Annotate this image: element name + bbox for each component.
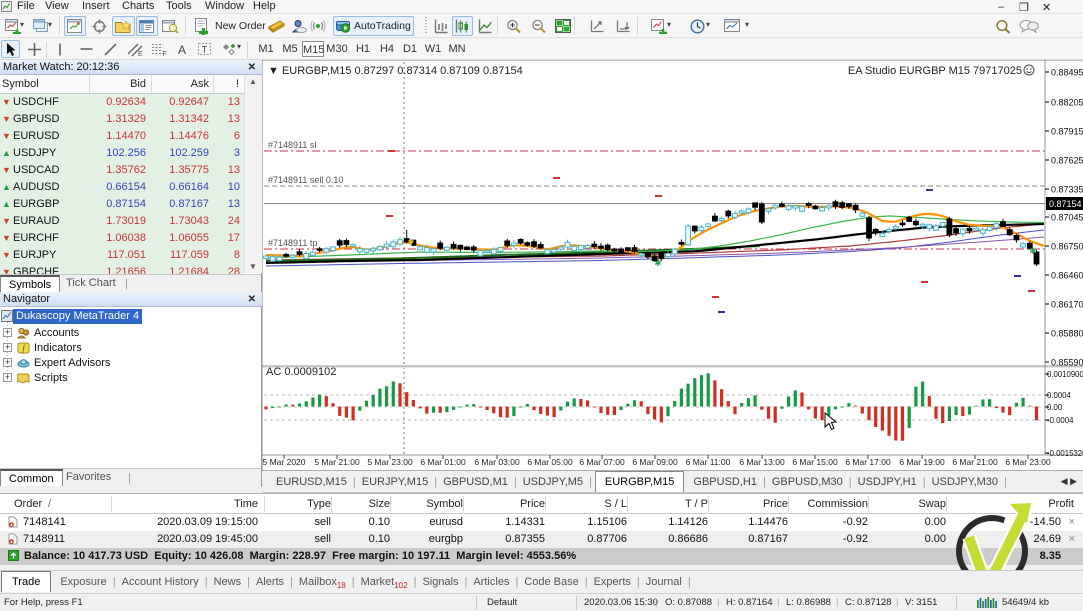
svg-text:0.87915: 0.87915 xyxy=(1051,127,1083,137)
svg-text:6 Mar 05:00: 6 Mar 05:00 xyxy=(527,457,573,467)
svg-text:6 Mar 19:00: 6 Mar 19:00 xyxy=(899,457,945,467)
svg-text:0.87335: 0.87335 xyxy=(1051,185,1083,195)
svg-text:#7148911 sl: #7148911 sl xyxy=(268,140,316,150)
svg-text:0.88205: 0.88205 xyxy=(1051,98,1083,108)
svg-text:6 Mar 09:00: 6 Mar 09:00 xyxy=(632,457,678,467)
svg-text:E: E xyxy=(138,51,143,57)
svg-text:6 Mar 13:00: 6 Mar 13:00 xyxy=(739,457,785,467)
svg-text:▼ EURGBP,M15 0.87297 0.87314: ▼ EURGBP,M15 0.87297 0.87314 0.87109 0.8… xyxy=(268,65,523,77)
svg-text:0.86460: 0.86460 xyxy=(1051,271,1083,281)
svg-text:▼: ▼ xyxy=(406,238,416,249)
svg-text:✱: ✱ xyxy=(654,258,662,268)
svg-text:5 Mar 23:00: 5 Mar 23:00 xyxy=(367,457,413,467)
svg-text:6 Mar 15:00: 6 Mar 15:00 xyxy=(792,457,838,467)
svg-text:F: F xyxy=(163,51,167,57)
svg-text:6 Mar 21:00: 6 Mar 21:00 xyxy=(952,457,998,467)
svg-text:6 Mar 01:00: 6 Mar 01:00 xyxy=(420,457,466,467)
svg-text:0.87154: 0.87154 xyxy=(1049,199,1082,209)
svg-text:0.86170: 0.86170 xyxy=(1051,300,1083,310)
svg-text:AC 0.0009102: AC 0.0009102 xyxy=(266,366,336,378)
svg-text:0.85590: 0.85590 xyxy=(1051,358,1083,368)
svg-text:5 Mar 21:00: 5 Mar 21:00 xyxy=(314,457,360,467)
svg-text:5 Mar 2020: 5 Mar 2020 xyxy=(263,457,306,467)
svg-text:0.0004: 0.0004 xyxy=(1047,391,1072,400)
svg-text:0.88495: 0.88495 xyxy=(1051,68,1083,78)
svg-text:6 Mar 17:00: 6 Mar 17:00 xyxy=(845,457,891,467)
svg-text:6 Mar 03:00: 6 Mar 03:00 xyxy=(474,457,520,467)
svg-text:#7148911 sell 0.10: #7148911 sell 0.10 xyxy=(268,175,343,185)
svg-text:0.87045: 0.87045 xyxy=(1051,213,1083,223)
svg-text:T: T xyxy=(202,45,208,55)
svg-text:0.85880: 0.85880 xyxy=(1051,329,1083,339)
svg-text:6 Mar 23:00: 6 Mar 23:00 xyxy=(1005,457,1051,467)
svg-text:0.0010900: 0.0010900 xyxy=(1047,370,1083,379)
svg-text:-0.0015320: -0.0015320 xyxy=(1047,449,1083,458)
svg-text:6 Mar 07:00: 6 Mar 07:00 xyxy=(579,457,625,467)
svg-text:EA Studio EURGBP M15 79717025: EA Studio EURGBP M15 79717025 xyxy=(848,65,1022,77)
svg-text:A: A xyxy=(178,43,186,56)
svg-text:6 Mar 11:00: 6 Mar 11:00 xyxy=(686,457,731,467)
svg-text:-0.0004: -0.0004 xyxy=(1047,416,1074,425)
svg-text:✱: ✱ xyxy=(1029,246,1037,256)
svg-text:0.00: 0.00 xyxy=(1047,403,1063,412)
svg-text:0.87625: 0.87625 xyxy=(1051,156,1083,166)
svg-text:0.86750: 0.86750 xyxy=(1051,242,1083,252)
svg-text:#7148911 tp: #7148911 tp xyxy=(268,238,317,248)
